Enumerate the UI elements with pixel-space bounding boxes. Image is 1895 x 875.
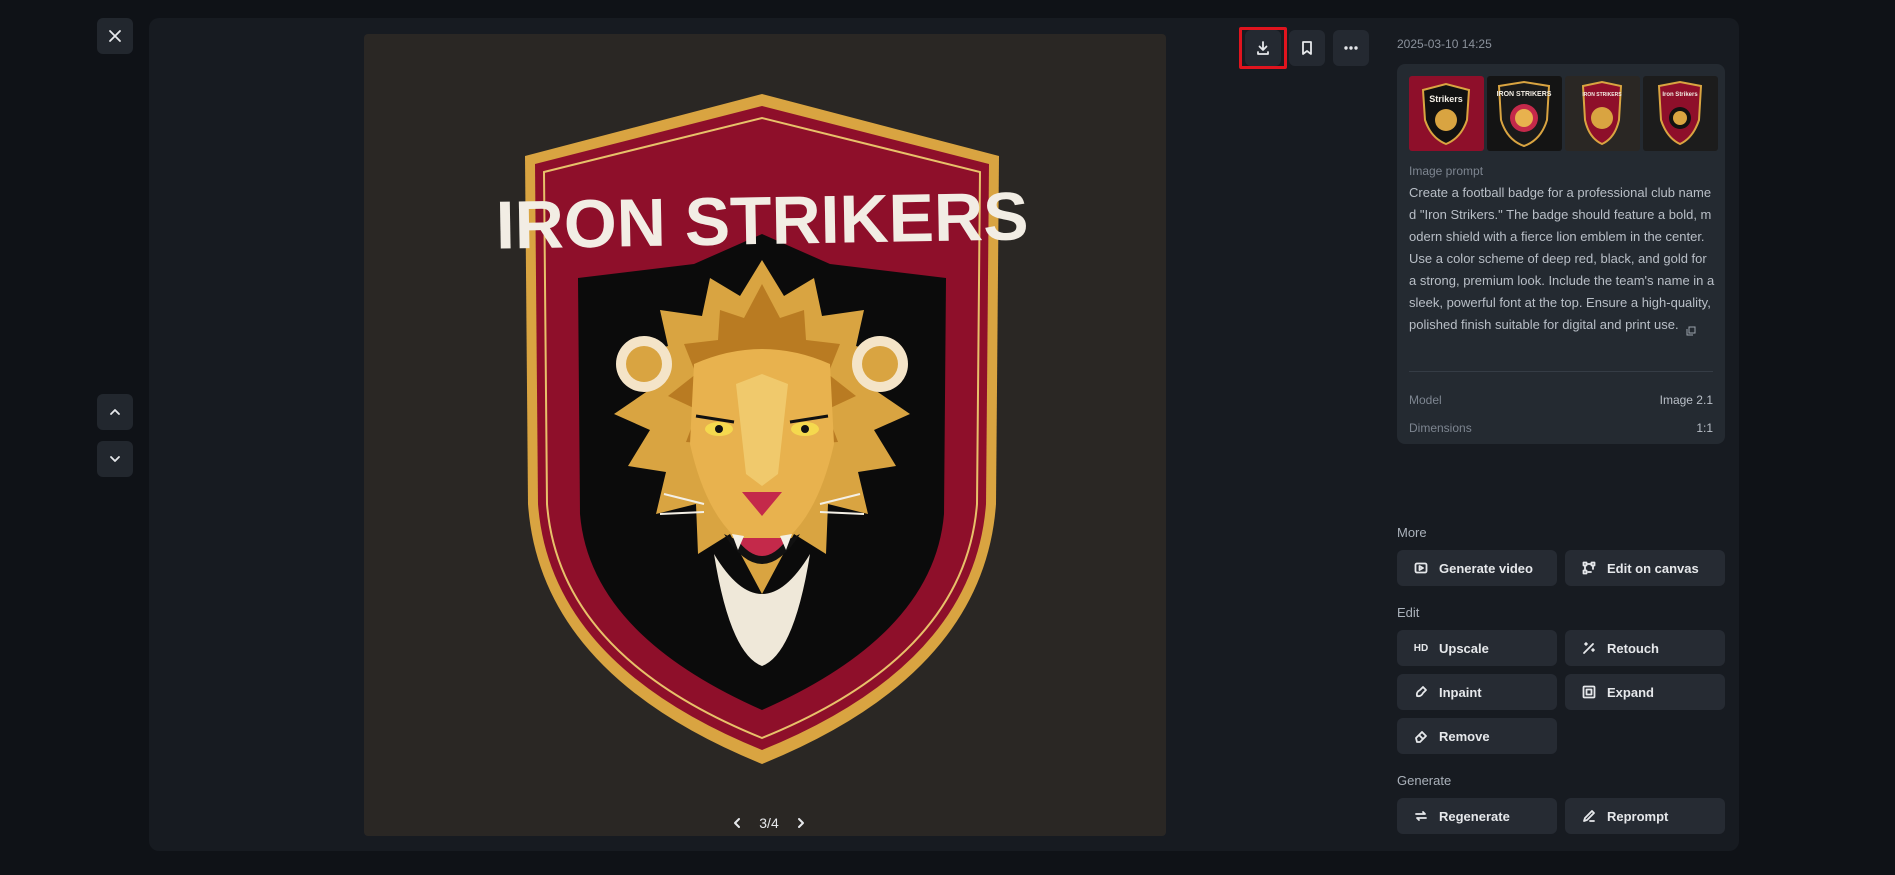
bookmark-button[interactable] <box>1289 30 1325 66</box>
pager-prev-button[interactable] <box>729 815 745 831</box>
copy-prompt-button[interactable] <box>1686 321 1696 336</box>
image-pager: 3/4 <box>729 812 809 834</box>
badge-title: IRON STRIKERS <box>495 178 1029 263</box>
previous-image-button[interactable] <box>97 394 133 430</box>
dimensions-value: 1:1 <box>1696 421 1713 435</box>
image-viewer[interactable]: IRON STRIKERS <box>364 34 1166 836</box>
retouch-label: Retouch <box>1607 640 1659 656</box>
dimensions-label: Dimensions <box>1409 421 1472 435</box>
football-badge-image: IRON STRIKERS <box>495 94 1029 764</box>
retouch-button[interactable]: Retouch <box>1565 630 1725 666</box>
chevron-down-icon <box>110 456 120 462</box>
prompt-text: Create a football badge for a profession… <box>1409 185 1715 332</box>
more-horizontal-icon <box>1344 46 1358 50</box>
pager-next-button[interactable] <box>793 815 809 831</box>
model-label: Model <box>1409 393 1442 407</box>
inpaint-icon <box>1413 684 1429 700</box>
canvas-icon <box>1581 560 1597 576</box>
chevron-right-icon <box>798 818 804 828</box>
prompt-text-block: Create a football badge for a profession… <box>1409 182 1715 336</box>
model-row: Model Image 2.1 <box>1409 393 1713 409</box>
thumbnail-4-label: Iron Strikers <box>1662 92 1698 98</box>
more-options-button[interactable] <box>1333 30 1369 66</box>
pencil-icon <box>1581 808 1597 824</box>
regenerate-button[interactable]: Regenerate <box>1397 798 1557 834</box>
retouch-icon <box>1581 640 1597 656</box>
close-icon <box>109 30 121 42</box>
thumbnail-strip: Strikers IRON STRIKERS IRON STRIKERS Iro… <box>1409 76 1718 151</box>
reprompt-label: Reprompt <box>1607 808 1669 824</box>
remove-button[interactable]: Remove <box>1397 718 1557 754</box>
eraser-icon <box>1413 728 1429 744</box>
upscale-button[interactable]: HD Upscale <box>1397 630 1557 666</box>
video-icon <box>1413 560 1429 576</box>
thumbnail-1-label: Strikers <box>1429 94 1463 104</box>
expand-button[interactable]: Expand <box>1565 674 1725 710</box>
chevron-left-icon <box>734 818 740 828</box>
edit-on-canvas-label: Edit on canvas <box>1607 560 1699 576</box>
info-divider <box>1409 371 1713 372</box>
thumbnail-2-label: IRON STRIKERS <box>1497 91 1552 98</box>
edit-section-label: Edit <box>1397 605 1420 620</box>
chevron-up-icon <box>110 409 120 415</box>
pager-count: 3/4 <box>759 815 779 831</box>
edit-on-canvas-button[interactable]: Edit on canvas <box>1565 550 1725 586</box>
copy-icon <box>1686 326 1696 336</box>
reprompt-button[interactable]: Reprompt <box>1565 798 1725 834</box>
thumbnail-3-label: IRON STRIKERS <box>1582 92 1622 98</box>
remove-label: Remove <box>1439 728 1490 744</box>
expand-icon <box>1581 684 1597 700</box>
image-info-card: Strikers IRON STRIKERS IRON STRIKERS Iro… <box>1397 64 1725 444</box>
next-image-button[interactable] <box>97 441 133 477</box>
inpaint-button[interactable]: Inpaint <box>1397 674 1557 710</box>
regenerate-label: Regenerate <box>1439 808 1510 824</box>
download-button-highlight <box>1239 27 1287 69</box>
generate-section-label: Generate <box>1397 773 1452 788</box>
bookmark-icon <box>1302 41 1312 55</box>
thumbnail-2[interactable]: IRON STRIKERS <box>1487 76 1562 151</box>
dimensions-row: Dimensions 1:1 <box>1409 421 1713 437</box>
hd-icon: HD <box>1413 642 1429 654</box>
upscale-label: Upscale <box>1439 640 1489 656</box>
regenerate-icon <box>1413 808 1429 824</box>
prompt-label: Image prompt <box>1409 164 1484 178</box>
close-button[interactable] <box>97 18 133 54</box>
expand-label: Expand <box>1607 684 1654 700</box>
thumbnail-4[interactable]: Iron Strikers <box>1643 76 1718 151</box>
generate-video-button[interactable]: Generate video <box>1397 550 1557 586</box>
inpaint-label: Inpaint <box>1439 684 1482 700</box>
more-section-label: More <box>1397 525 1427 540</box>
creation-timestamp: 2025-03-10 14:25 <box>1397 37 1492 51</box>
thumbnail-1[interactable]: Strikers <box>1409 76 1484 151</box>
generate-video-label: Generate video <box>1439 560 1533 576</box>
thumbnail-3[interactable]: IRON STRIKERS <box>1565 76 1640 151</box>
model-value: Image 2.1 <box>1659 393 1713 407</box>
